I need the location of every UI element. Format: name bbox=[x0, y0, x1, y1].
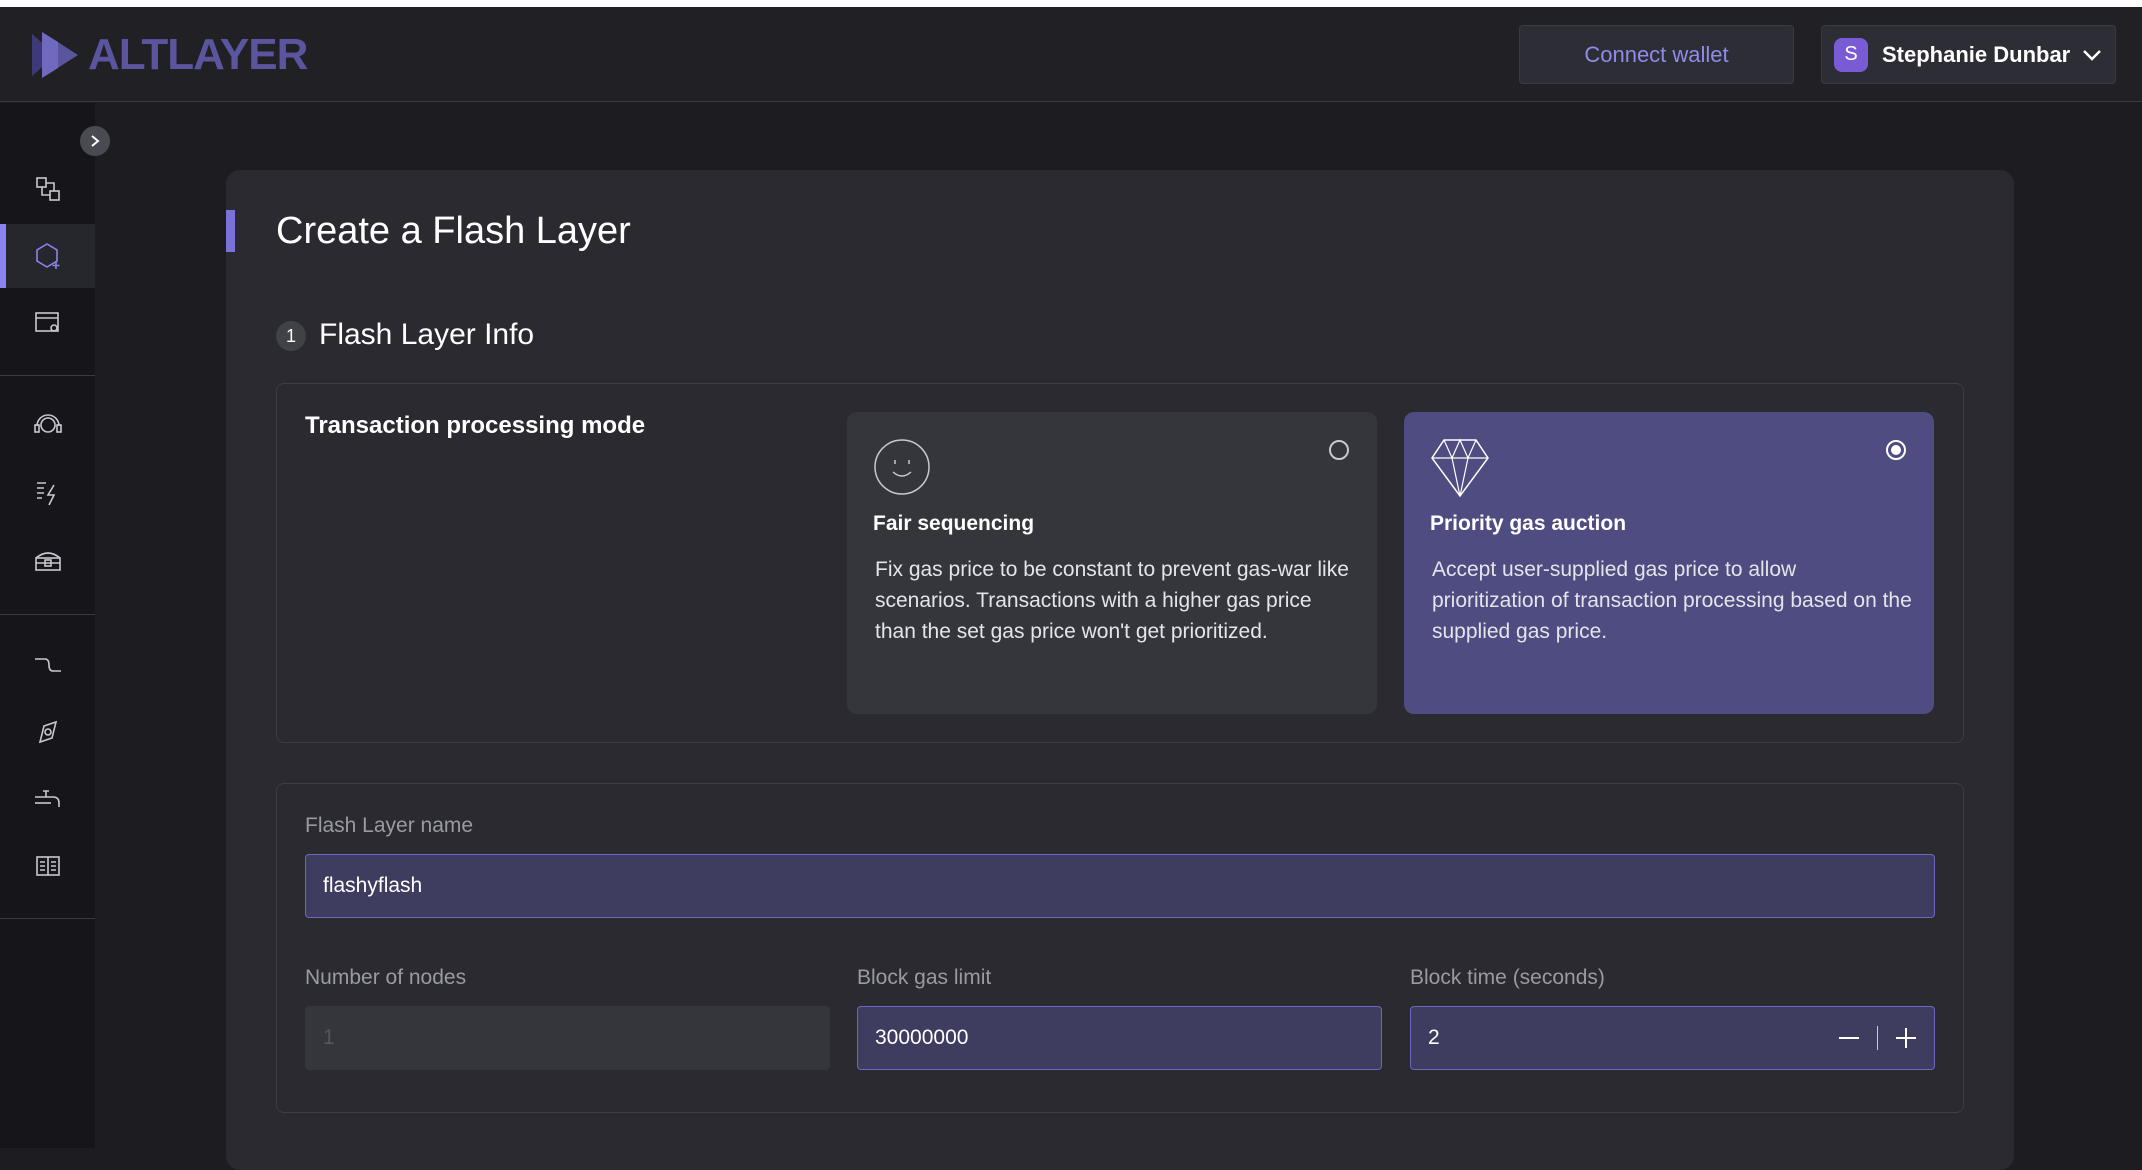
altlayer-logo[interactable]: ALTLAYER bbox=[28, 29, 308, 81]
sidebar-divider bbox=[0, 614, 95, 615]
transaction-mode-label: Transaction processing mode bbox=[305, 412, 646, 439]
transaction-mode-section: Transaction processing mode Fair sequenc… bbox=[276, 383, 1964, 743]
step-number-badge: 1 bbox=[276, 321, 306, 351]
number-of-nodes-input: 1 bbox=[305, 1006, 830, 1070]
sidebar-item-faucet[interactable] bbox=[0, 767, 95, 831]
create-flash-layer-card: Create a Flash Layer 1 Flash Layer Info … bbox=[226, 170, 2014, 1170]
sidebar-item-create-layer[interactable] bbox=[0, 224, 95, 288]
layer-fields-section: Flash Layer name flashyflash Number of n… bbox=[276, 783, 1964, 1113]
decrement-button[interactable] bbox=[1821, 1007, 1877, 1069]
app-header: ALTLAYER Connect wallet S Stephanie Dunb… bbox=[0, 7, 2142, 102]
user-name: Stephanie Dunbar bbox=[1882, 41, 2071, 67]
sidebar-item-flash-stats[interactable] bbox=[0, 461, 95, 525]
block-gas-limit-label: Block gas limit bbox=[857, 966, 992, 989]
stepper-controls bbox=[1821, 1007, 1934, 1069]
option-description: Fix gas price to be constant to prevent … bbox=[875, 558, 1349, 643]
chevron-down-icon bbox=[2083, 49, 2101, 61]
sidebar-item-docs[interactable] bbox=[0, 834, 95, 898]
smiley-icon bbox=[874, 439, 930, 495]
step-title: Flash Layer Info bbox=[319, 318, 535, 351]
route-icon bbox=[34, 658, 61, 672]
option-description: Accept user-supplied gas price to allow … bbox=[1432, 558, 1912, 643]
sidebar-item-explorer[interactable] bbox=[0, 700, 95, 764]
diamond-icon bbox=[1431, 438, 1489, 498]
treasure-icon bbox=[34, 552, 61, 571]
block-gas-limit-input[interactable]: 30000000 bbox=[857, 1006, 1382, 1070]
sidebar-divider bbox=[0, 918, 95, 919]
flash-layer-name-input[interactable]: flashyflash bbox=[305, 854, 1935, 918]
flash-stats-icon bbox=[36, 482, 55, 506]
block-time-stepper[interactable]: 2 bbox=[1410, 1006, 1935, 1070]
option-priority-gas-auction[interactable]: Priority gas auction Accept user-supplie… bbox=[1404, 412, 1934, 714]
sidebar-item-support[interactable] bbox=[0, 394, 95, 458]
avatar: S bbox=[1834, 37, 1868, 72]
priority-gas-auction-radio[interactable] bbox=[1886, 440, 1906, 460]
logo-mark-icon bbox=[32, 32, 78, 78]
chevron-right-icon bbox=[91, 135, 100, 147]
sidebar-item-layer-settings[interactable] bbox=[0, 291, 95, 355]
logo-wordmark: ALTLAYER bbox=[88, 30, 308, 79]
sidebar-nav bbox=[0, 103, 95, 1148]
top-edge bbox=[0, 0, 2142, 7]
connect-wallet-button[interactable]: Connect wallet bbox=[1519, 25, 1794, 84]
number-of-nodes-label: Number of nodes bbox=[305, 966, 467, 989]
sidebar-divider bbox=[0, 375, 95, 376]
layer-settings-icon bbox=[34, 312, 59, 332]
minus-icon bbox=[1839, 1037, 1859, 1039]
sidebar-item-route[interactable] bbox=[0, 633, 95, 697]
sidebar-expand-button[interactable] bbox=[80, 126, 110, 156]
flash-layer-name-label: Flash Layer name bbox=[305, 814, 474, 837]
support-icon bbox=[33, 414, 62, 433]
increment-button[interactable] bbox=[1878, 1007, 1934, 1069]
block-time-label: Block time (seconds) bbox=[1410, 966, 1605, 989]
title-accent-bar bbox=[226, 210, 235, 252]
fair-sequencing-radio[interactable] bbox=[1329, 440, 1349, 460]
create-layer-icon bbox=[35, 243, 59, 269]
page-title: Create a Flash Layer bbox=[276, 210, 631, 252]
explorer-icon bbox=[38, 720, 57, 744]
sidebar-item-treasure[interactable] bbox=[0, 528, 95, 592]
docs-icon bbox=[35, 856, 60, 876]
plus-icon bbox=[1896, 1028, 1916, 1048]
user-menu-button[interactable]: S Stephanie Dunbar bbox=[1821, 25, 2116, 84]
block-time-value: 2 bbox=[1428, 1026, 1440, 1049]
sidebar-item-bridge[interactable] bbox=[0, 157, 95, 221]
faucet-icon bbox=[34, 790, 60, 807]
option-fair-sequencing[interactable]: Fair sequencing Fix gas price to be cons… bbox=[847, 412, 1377, 714]
bridge-icon bbox=[35, 177, 60, 201]
option-title: Fair sequencing bbox=[873, 512, 1035, 535]
option-title: Priority gas auction bbox=[1430, 512, 1627, 535]
